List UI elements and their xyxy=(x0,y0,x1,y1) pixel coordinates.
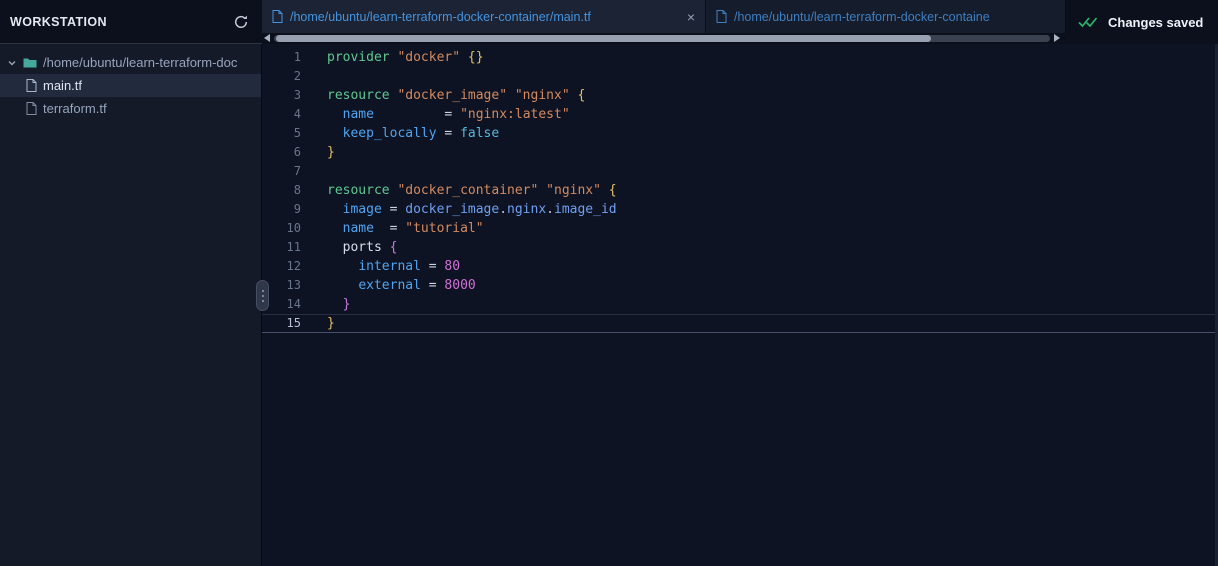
tab-close-icon[interactable]: × xyxy=(687,10,695,24)
sidebar-header: WORKSTATION xyxy=(0,0,262,44)
code-text: resource "docker_container" "nginx" { xyxy=(327,183,617,198)
code-line[interactable]: 3 resource "docker_image" "nginx" { xyxy=(262,86,1218,105)
file-icon xyxy=(272,10,283,23)
line-number: 14 xyxy=(286,297,301,311)
line-number: 6 xyxy=(293,145,301,159)
line-number: 5 xyxy=(293,126,301,140)
code-text: } xyxy=(327,316,335,331)
code-line[interactable]: 4 name = "nginx:latest" xyxy=(262,105,1218,124)
code-text: external = 8000 xyxy=(358,278,476,293)
scrollbar-thumb[interactable] xyxy=(276,35,931,42)
code-lines: 1 provider "docker" {} 2 3 resource "docker_… xyxy=(262,48,1218,333)
code-line[interactable]: 9 image = docker_image.nginx.image_id xyxy=(262,200,1218,219)
scroll-right-icon[interactable] xyxy=(1054,34,1060,42)
refresh-button[interactable] xyxy=(232,13,250,31)
line-number: 13 xyxy=(286,278,301,292)
code-text: name = "nginx:latest" xyxy=(342,107,570,122)
top-bar: WORKSTATION /home/ubuntu/learn-terraform… xyxy=(0,0,1218,44)
code-line[interactable]: 5 keep_locally = false xyxy=(262,124,1218,143)
tab-bar: /home/ubuntu/learn-terraform-docker-cont… xyxy=(262,0,1066,44)
code-line[interactable]: 6} xyxy=(262,143,1218,162)
code-text: keep_locally = false xyxy=(342,126,500,141)
horizontal-scrollbar[interactable] xyxy=(262,33,1066,44)
refresh-icon xyxy=(234,15,248,28)
line-number: 10 xyxy=(286,221,301,235)
tab-label: /home/ubuntu/learn-terraform-docker-cont… xyxy=(290,9,591,24)
save-status: Changes saved xyxy=(1066,0,1218,44)
scroll-left-icon[interactable] xyxy=(264,34,270,42)
code-line[interactable]: 7 xyxy=(262,162,1218,181)
code-text: } xyxy=(327,145,335,160)
panel-resize-handle[interactable] xyxy=(256,280,269,311)
main-area: /home/ubuntu/learn-terraform-doc main.tf t… xyxy=(0,44,1218,566)
file-icon xyxy=(26,79,37,92)
double-check-icon xyxy=(1078,16,1098,27)
file-icon xyxy=(26,102,37,115)
code-line[interactable]: 13 external = 8000 xyxy=(262,276,1218,295)
code-line[interactable]: 15} xyxy=(262,314,1218,333)
file-tree-label: terraform.tf xyxy=(43,101,107,116)
code-line[interactable]: 10 name = "tutorial" xyxy=(262,219,1218,238)
line-number: 15 xyxy=(286,316,301,330)
code-line[interactable]: 12 internal = 80 xyxy=(262,257,1218,276)
save-status-label: Changes saved xyxy=(1108,14,1204,30)
file-explorer: /home/ubuntu/learn-terraform-doc main.tf t… xyxy=(0,44,262,566)
file-icon xyxy=(716,10,727,23)
code-line[interactable]: 11 ports { xyxy=(262,238,1218,257)
code-line[interactable]: 8 resource "docker_container" "nginx" { xyxy=(262,181,1218,200)
chevron-down-icon xyxy=(8,60,16,65)
code-line[interactable]: 1 provider "docker" {} xyxy=(262,48,1218,67)
code-line[interactable]: 2 xyxy=(262,67,1218,86)
line-number: 11 xyxy=(286,240,301,254)
tab-label: /home/ubuntu/learn-terraform-docker-cont… xyxy=(734,9,990,24)
file-tree-label: main.tf xyxy=(43,78,83,93)
code-text: ports { xyxy=(342,240,398,255)
workstation-title: WORKSTATION xyxy=(10,14,107,29)
line-number: 8 xyxy=(293,183,301,197)
code-text: name = "tutorial" xyxy=(342,221,484,236)
line-number: 1 xyxy=(293,50,301,64)
code-editor[interactable]: 1 provider "docker" {} 2 3 resource "docker_… xyxy=(262,44,1218,566)
line-number: 2 xyxy=(293,69,301,83)
file-tree-label: /home/ubuntu/learn-terraform-doc xyxy=(43,55,238,70)
file-tree-folder[interactable]: /home/ubuntu/learn-terraform-doc xyxy=(0,51,261,74)
code-text: } xyxy=(342,297,351,312)
line-number: 7 xyxy=(293,164,301,178)
line-number: 4 xyxy=(293,107,301,121)
file-tree-item[interactable]: main.tf xyxy=(0,74,261,97)
code-text: resource "docker_image" "nginx" { xyxy=(327,88,586,103)
code-text: internal = 80 xyxy=(358,259,461,274)
file-tree: /home/ubuntu/learn-terraform-doc main.tf t… xyxy=(0,51,261,120)
code-text: provider "docker" {} xyxy=(327,50,484,65)
code-line[interactable]: 14 } xyxy=(262,295,1218,314)
editor-tab[interactable]: /home/ubuntu/learn-terraform-docker-cont… xyxy=(262,0,706,33)
code-text: image = docker_image.nginx.image_id xyxy=(342,202,617,217)
folder-icon xyxy=(23,58,37,67)
tabs-row: /home/ubuntu/learn-terraform-docker-cont… xyxy=(262,0,1066,33)
file-tree-item[interactable]: terraform.tf xyxy=(0,97,261,120)
line-number: 3 xyxy=(293,88,301,102)
editor-tab[interactable]: /home/ubuntu/learn-terraform-docker-cont… xyxy=(706,0,1066,33)
line-number: 9 xyxy=(293,202,301,216)
line-number: 12 xyxy=(286,259,301,273)
